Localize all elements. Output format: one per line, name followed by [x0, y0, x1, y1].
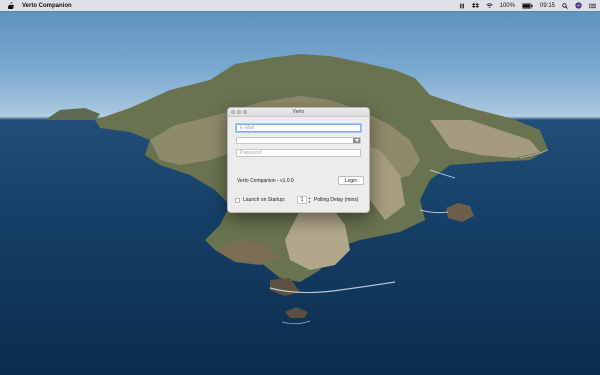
battery-percent: 100% — [499, 2, 515, 9]
status-area: 100% 09:15 — [459, 0, 596, 11]
apple-icon[interactable] — [7, 2, 14, 9]
polling-delay-stepper[interactable]: 1 ▲ ▼ — [297, 196, 313, 204]
stepper-down-icon[interactable]: ▼ — [308, 200, 312, 204]
password-field[interactable]: Password — [236, 149, 361, 157]
wifi-icon[interactable] — [485, 2, 493, 9]
chevron-down-icon[interactable] — [353, 138, 360, 143]
siri-icon[interactable] — [575, 2, 582, 9]
launch-on-startup-checkbox[interactable] — [235, 198, 240, 203]
launch-on-startup-label: Launch on Startup: — [243, 197, 286, 203]
app-menu-title[interactable]: Verto Companion — [22, 3, 72, 9]
clock[interactable]: 09:15 — [540, 3, 555, 9]
version-label: Verto Companion - v1.0.0 — [237, 178, 294, 184]
notification-center-icon[interactable] — [589, 3, 596, 9]
verto-status-icon[interactable] — [459, 3, 465, 9]
login-button[interactable]: Login — [338, 176, 364, 185]
email-placeholder: E-Mail — [240, 125, 255, 131]
account-select[interactable] — [236, 137, 361, 144]
window-title: Verto — [292, 109, 305, 115]
title-bar[interactable]: Verto — [228, 108, 369, 117]
polling-delay-value[interactable]: 1 — [297, 196, 307, 204]
search-icon[interactable] — [562, 2, 568, 9]
stepper-arrows[interactable]: ▲ ▼ — [308, 196, 312, 204]
dropbox-icon[interactable] — [471, 2, 479, 9]
email-field[interactable]: E-Mail — [236, 124, 361, 132]
menu-bar: Verto Companion 100% 09:15 — [0, 0, 600, 11]
verto-login-window: Verto E-Mail Password Verto Companion - … — [227, 107, 370, 213]
battery-icon[interactable] — [521, 2, 533, 9]
password-placeholder: Password — [240, 150, 262, 156]
polling-delay-label: Polling Delay (mins) — [314, 197, 359, 203]
